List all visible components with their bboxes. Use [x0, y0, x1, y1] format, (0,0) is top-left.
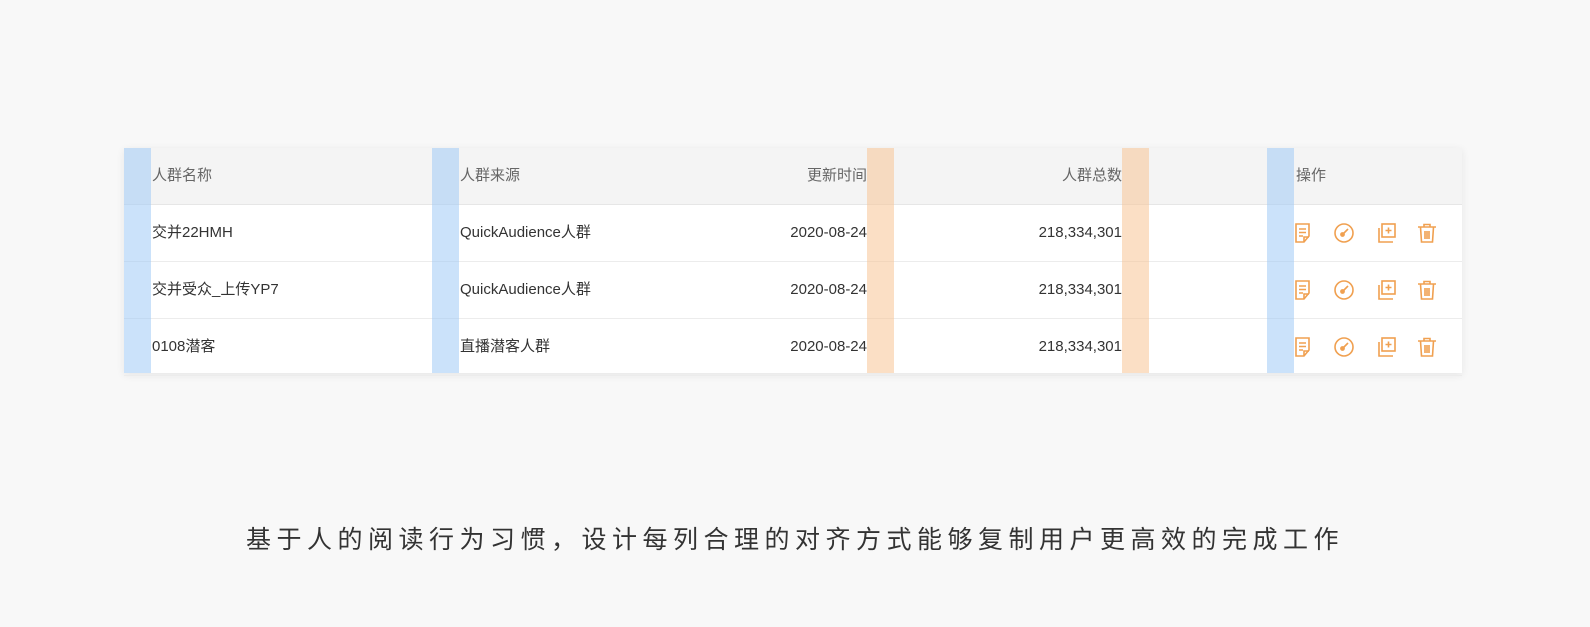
- cell-count: 218,334,301: [1038, 224, 1122, 241]
- cell-source: 直播潜客人群: [460, 338, 551, 355]
- copy-add-icon[interactable]: [1375, 336, 1397, 358]
- trash-icon[interactable]: [1416, 279, 1438, 301]
- dashboard-icon[interactable]: [1333, 279, 1355, 301]
- cell-name: 交并受众_上传YP7: [152, 281, 279, 298]
- edit-icon[interactable]: [1292, 279, 1314, 301]
- header-name[interactable]: 人群名称: [152, 148, 212, 204]
- cell-source: QuickAudience人群: [460, 281, 591, 298]
- trash-icon[interactable]: [1416, 222, 1438, 244]
- table-row[interactable]: 交并受众_上传YP7 QuickAudience人群 2020-08-24 218,3…: [124, 262, 1462, 319]
- cell-name: 交并22HMH: [152, 224, 233, 241]
- cell-count: 218,334,301: [1038, 281, 1122, 298]
- table-header: 人群名称 人群来源 更新时间 人群总数 操作: [124, 148, 1462, 205]
- cell-name: 0108潜客: [152, 338, 216, 355]
- header-updated[interactable]: 更新时间: [684, 148, 867, 204]
- align-guide-left: [432, 148, 459, 373]
- table-row[interactable]: 0108潜客 直播潜客人群 2020-08-24 218,334,301: [124, 319, 1462, 376]
- dashboard-icon[interactable]: [1333, 336, 1355, 358]
- copy-add-icon[interactable]: [1375, 222, 1397, 244]
- cell-updated: 2020-08-24: [790, 338, 867, 355]
- copy-add-icon[interactable]: [1375, 279, 1397, 301]
- header-source[interactable]: 人群来源: [460, 148, 520, 204]
- edit-icon[interactable]: [1292, 336, 1314, 358]
- dashboard-icon[interactable]: [1333, 222, 1355, 244]
- table-row[interactable]: 交并22HMH QuickAudience人群 2020-08-24 218,334,…: [124, 205, 1462, 262]
- audience-table: 人群名称 人群来源 更新时间 人群总数 操作 交并22HMH QuickAudie…: [124, 148, 1462, 376]
- align-guide-right: [867, 148, 894, 373]
- align-guide-right: [1122, 148, 1149, 373]
- caption: 基于人的阅读行为习惯，设计每列合理的对齐方式能够复制用户更高效的完成工作: [245, 526, 1344, 554]
- trash-icon[interactable]: [1416, 336, 1438, 358]
- edit-icon[interactable]: [1292, 222, 1314, 244]
- align-guide-left: [1267, 148, 1294, 373]
- cell-count: 218,334,301: [1038, 338, 1122, 355]
- header-actions: 操作: [1296, 167, 1327, 184]
- cell-source: QuickAudience人群: [460, 224, 591, 241]
- cell-updated: 2020-08-24: [790, 224, 867, 241]
- align-guide-left: [124, 148, 151, 373]
- header-count[interactable]: 人群总数: [924, 148, 1122, 204]
- cell-updated: 2020-08-24: [790, 281, 867, 298]
